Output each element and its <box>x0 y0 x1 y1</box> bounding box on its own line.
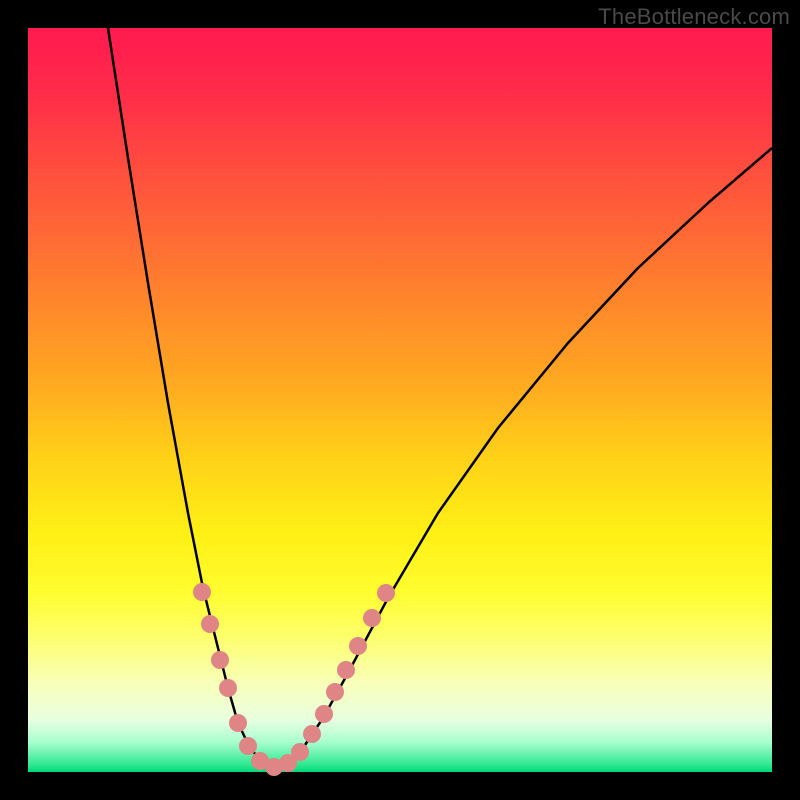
curve-marker <box>315 705 333 723</box>
curve-marker <box>229 714 247 732</box>
curve-markers <box>193 583 395 776</box>
curve-marker <box>303 725 321 743</box>
curve-marker <box>337 661 355 679</box>
curve-marker <box>201 615 219 633</box>
curve-marker <box>291 743 309 761</box>
bottleneck-curve <box>108 28 772 768</box>
watermark-text: TheBottleneck.com <box>598 4 790 30</box>
curve-marker <box>377 584 395 602</box>
chart-frame: TheBottleneck.com <box>0 0 800 800</box>
curve-marker <box>219 679 237 697</box>
curve-marker <box>363 609 381 627</box>
curve-marker <box>211 651 229 669</box>
chart-svg <box>28 28 772 772</box>
curve-marker <box>193 583 211 601</box>
curve-marker <box>239 737 257 755</box>
curve-marker <box>326 683 344 701</box>
curve-marker <box>349 637 367 655</box>
